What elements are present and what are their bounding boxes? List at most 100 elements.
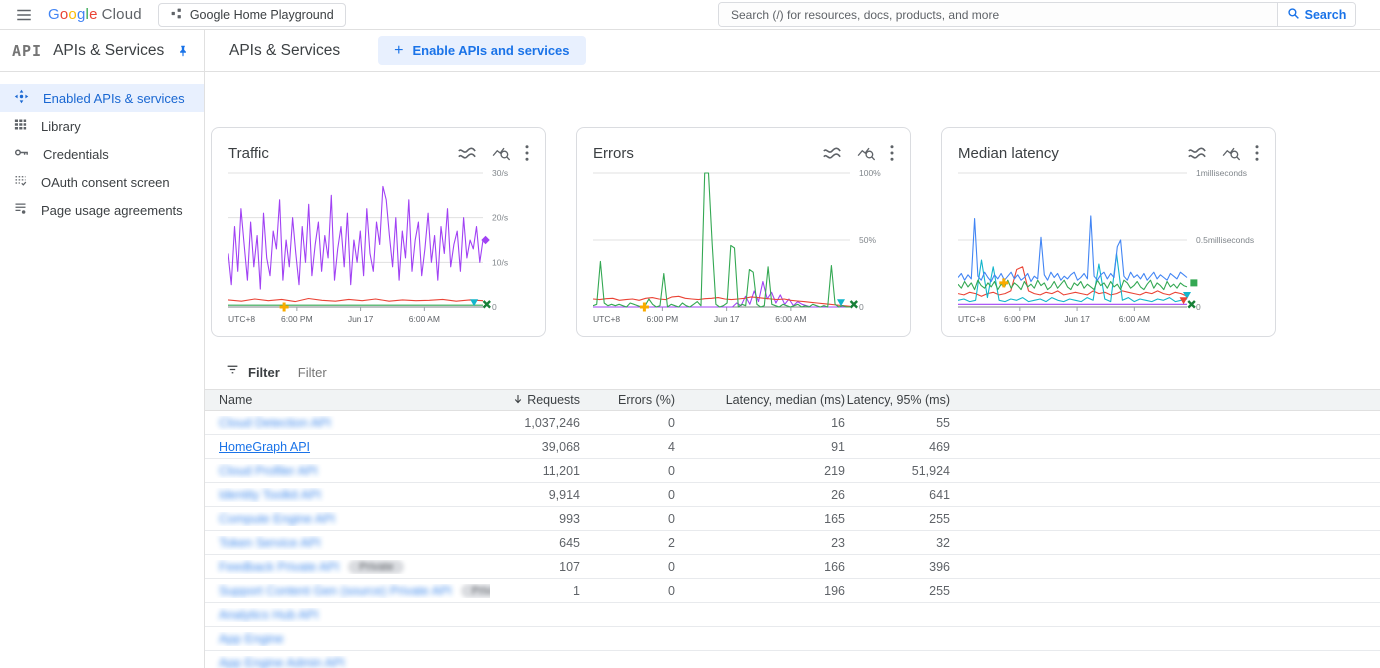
dashboard-compass-icon [13, 88, 30, 108]
median-latency-card: Median latency 1milliseconds0.5milliseco… [941, 127, 1276, 337]
chart-type-icon[interactable] [457, 147, 477, 160]
explore-data-icon[interactable] [857, 145, 875, 161]
api-name-link[interactable]: Cloud Profiler API [219, 464, 318, 478]
svg-text:UTC+8: UTC+8 [958, 314, 985, 324]
column-header-latency-95[interactable]: Latency, 95% (ms) [845, 393, 950, 407]
svg-text:Jun 17: Jun 17 [714, 314, 740, 324]
more-options-icon[interactable] [525, 145, 529, 161]
svg-text:UTC+8: UTC+8 [593, 314, 620, 324]
enable-apis-button[interactable]: + Enable APIs and services [378, 36, 585, 65]
table-row[interactable]: Cloud Profiler API 11,201021951,924 [205, 459, 1380, 483]
project-picker-button[interactable]: Google Home Playground [158, 3, 346, 27]
chart-type-icon[interactable] [1187, 147, 1207, 160]
cell-errors: 2 [580, 536, 675, 550]
errors-chart: 100%50%0UTC+86:00 PMJun 176:00 AM [593, 167, 896, 333]
cell-requests: 107 [490, 560, 580, 574]
api-name-link[interactable]: App Engine Admin API [219, 656, 345, 668]
more-options-icon[interactable] [890, 145, 894, 161]
svg-text:1milliseconds: 1milliseconds [1196, 168, 1247, 178]
svg-text:6:00 PM: 6:00 PM [1004, 314, 1036, 324]
api-name-link[interactable]: HomeGraph API [219, 440, 310, 454]
search-input[interactable] [719, 3, 1277, 26]
svg-text:50%: 50% [859, 235, 876, 245]
column-header-requests[interactable]: Requests [490, 393, 580, 408]
google-cloud-logo: Google Cloud [48, 6, 142, 23]
explore-data-icon[interactable] [492, 145, 510, 161]
sort-descending-icon [512, 393, 524, 408]
api-name-link[interactable]: Analytics Hub API [219, 608, 318, 622]
sidebar-item-library[interactable]: Library [0, 112, 204, 140]
filter-icon [225, 363, 240, 381]
api-name-link[interactable]: Cloud Detection API [219, 416, 331, 430]
private-badge: Private [461, 584, 490, 598]
sidebar-item-label: Library [41, 119, 81, 134]
table-row[interactable]: Token Service API64522332 [205, 531, 1380, 555]
table-row[interactable]: HomeGraph API39,068491469 [205, 435, 1380, 459]
sidebar-item-oauth-consent[interactable]: OAuth consent screen [0, 168, 204, 196]
cell-requests: 9,914 [490, 488, 580, 502]
cell-latency-median: 219 [675, 464, 845, 478]
appbar: API APIs & Services APIs & Services + En… [0, 30, 1380, 72]
search-icon [1287, 7, 1300, 23]
table-row[interactable]: Analytics Hub API [205, 603, 1380, 627]
svg-text:10/s: 10/s [492, 257, 508, 267]
table-header-row: Name Requests Errors (%) Latency, median… [205, 389, 1380, 411]
table-row[interactable]: Support Content Gen (source) Private API… [205, 579, 1380, 603]
table-row[interactable]: App Engine Admin API [205, 651, 1380, 668]
svg-text:0: 0 [492, 302, 497, 312]
cloud-logo-text: Cloud [102, 6, 142, 23]
api-name-link[interactable]: Feedback Private API [219, 560, 339, 574]
api-name-link[interactable]: Compute Engine API [219, 512, 335, 526]
project-name: Google Home Playground [190, 8, 334, 22]
search-button[interactable]: Search [1277, 3, 1355, 26]
cell-errors: 0 [580, 488, 675, 502]
cell-latency-95: 32 [845, 536, 950, 550]
pin-icon[interactable] [176, 44, 190, 58]
traffic-card: Traffic 30/s20/s10/s0UTC+86:00 PMJun 176… [211, 127, 546, 337]
table-row[interactable]: Cloud Detection API1,037,24601655 [205, 411, 1380, 435]
table-row[interactable]: App Engine [205, 627, 1380, 651]
apis-table: Name Requests Errors (%) Latency, median… [205, 389, 1380, 668]
table-row[interactable]: Identity Toolkit API9,914026641 [205, 483, 1380, 507]
api-name-link[interactable]: Identity Toolkit API [219, 488, 321, 502]
page-title: APIs & Services [229, 42, 340, 60]
svg-text:100%: 100% [859, 168, 881, 178]
cell-latency-median: 165 [675, 512, 845, 526]
cell-errors: 0 [580, 464, 675, 478]
cell-latency-95: 255 [845, 584, 950, 598]
svg-text:0: 0 [1196, 302, 1201, 312]
cell-latency-95: 51,924 [845, 464, 950, 478]
search-button-label: Search [1305, 8, 1347, 22]
page-header: APIs & Services + Enable APIs and servic… [205, 30, 1380, 71]
agreements-gear-icon [13, 201, 28, 219]
table-row[interactable]: Feedback Private APIPrivate1070166396 [205, 555, 1380, 579]
table-body: Cloud Detection API1,037,24601655 HomeGra… [205, 411, 1380, 668]
cell-latency-median: 26 [675, 488, 845, 502]
cell-errors: 4 [580, 440, 675, 454]
explore-data-icon[interactable] [1222, 145, 1240, 161]
api-name-link[interactable]: Support Content Gen (source) Private API [219, 584, 452, 598]
table-row[interactable]: Compute Engine API9930165255 [205, 507, 1380, 531]
svg-text:6:00 PM: 6:00 PM [647, 314, 679, 324]
filter-input[interactable] [296, 364, 596, 381]
sidebar-item-enabled-apis[interactable]: Enabled APIs & services [0, 84, 204, 112]
svg-text:0.5milliseconds: 0.5milliseconds [1196, 235, 1254, 245]
column-header-latency-median[interactable]: Latency, median (ms) [675, 393, 845, 407]
main-content: Traffic 30/s20/s10/s0UTC+86:00 PMJun 176… [205, 72, 1380, 668]
column-header-errors[interactable]: Errors (%) [580, 393, 675, 407]
api-name-link[interactable]: App Engine [219, 632, 284, 646]
sidebar-item-page-usage-agreements[interactable]: Page usage agreements [0, 196, 204, 224]
menu-icon[interactable] [10, 1, 38, 29]
api-name-link[interactable]: Token Service API [219, 536, 320, 550]
sidebar-item-credentials[interactable]: Credentials [0, 140, 204, 168]
cell-latency-95: 469 [845, 440, 950, 454]
column-header-name[interactable]: Name [205, 393, 490, 407]
svg-text:6:00 PM: 6:00 PM [281, 314, 313, 324]
cell-requests: 39,068 [490, 440, 580, 454]
card-title: Traffic [228, 145, 269, 162]
more-options-icon[interactable] [1255, 145, 1259, 161]
cell-requests: 11,201 [490, 464, 580, 478]
key-icon [13, 144, 30, 164]
svg-text:0: 0 [859, 302, 864, 312]
chart-type-icon[interactable] [822, 147, 842, 160]
